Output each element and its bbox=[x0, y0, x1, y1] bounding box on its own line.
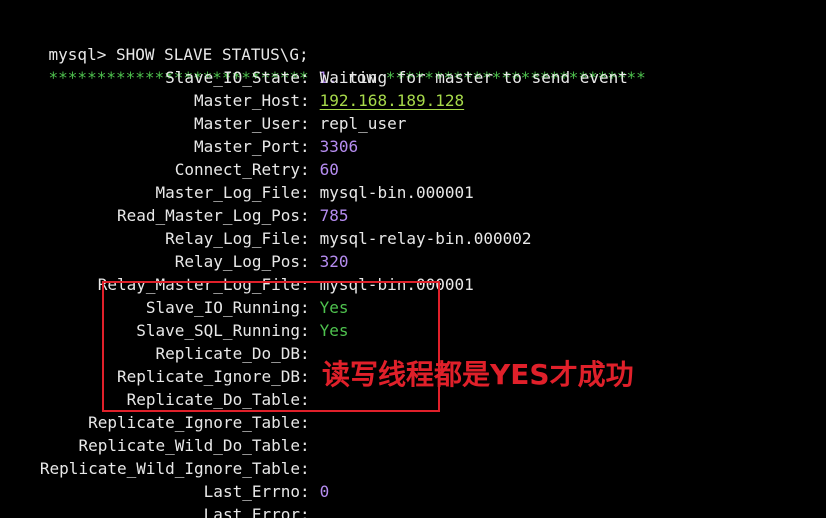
field-name: Relay_Log_File bbox=[165, 229, 300, 248]
field-colon: : bbox=[300, 229, 310, 248]
status-field-row: Read_Master_Log_Pos:785 bbox=[0, 204, 349, 227]
status-field-row: Slave_SQL_Running: Yes bbox=[0, 319, 349, 342]
field-value: Waiting for master to send event bbox=[319, 68, 628, 87]
field-value: Yes bbox=[319, 298, 349, 317]
field-name: Relay_Log_Pos bbox=[174, 252, 300, 271]
field-spacer bbox=[310, 388, 320, 411]
field-spacer bbox=[310, 66, 320, 89]
field-spacer bbox=[310, 503, 320, 518]
status-field-row: Replicate_Ignore_Table: bbox=[0, 411, 320, 434]
field-colon: : bbox=[300, 459, 310, 478]
field-colon: : bbox=[300, 321, 310, 340]
field-spacer bbox=[310, 181, 320, 204]
field-name: Connect_Retry bbox=[174, 160, 300, 179]
status-field-row: Replicate_Wild_Do_Table: bbox=[0, 434, 320, 457]
status-field-row: Master_User: repl_user bbox=[0, 112, 406, 135]
field-spacer bbox=[310, 434, 320, 457]
field-colon: : bbox=[300, 436, 310, 455]
field-spacer bbox=[310, 135, 320, 158]
field-colon: : bbox=[300, 68, 310, 87]
field-name: Last_Errno bbox=[203, 482, 300, 501]
field-name: Slave_IO_State bbox=[165, 68, 300, 87]
field-colon: : bbox=[300, 367, 310, 386]
field-colon: : bbox=[300, 137, 310, 156]
command-line: mysql> SHOW SLAVE STATUS\G; bbox=[10, 20, 309, 64]
field-colon: : bbox=[300, 298, 310, 317]
status-field-row: Connect_Retry:60 bbox=[0, 158, 339, 181]
status-field-row: Slave_IO_State: Waiting for master to sen… bbox=[0, 66, 628, 89]
field-value: 60 bbox=[319, 160, 339, 179]
field-name: Master_Log_File bbox=[155, 183, 301, 202]
field-name: Read_Master_Log_Pos bbox=[116, 206, 300, 225]
field-spacer bbox=[310, 457, 320, 480]
field-name: Last_Error bbox=[203, 505, 300, 518]
field-spacer bbox=[310, 227, 320, 250]
field-spacer bbox=[310, 204, 320, 227]
status-field-row: Relay_Log_File: mysql-relay-bin.000002 bbox=[0, 227, 532, 250]
field-name: Replicate_Wild_Do_Table bbox=[78, 436, 300, 455]
field-spacer bbox=[310, 296, 320, 319]
status-field-row: Last_Errno:0 bbox=[0, 480, 330, 503]
field-value: repl_user bbox=[319, 114, 407, 133]
field-value: mysql-relay-bin.000002 bbox=[319, 229, 532, 248]
field-value: mysql-bin.000001 bbox=[319, 275, 474, 294]
status-field-row: Slave_IO_Running: Yes bbox=[0, 296, 349, 319]
field-spacer bbox=[310, 273, 320, 296]
status-field-row: Master_Port:3306 bbox=[0, 135, 358, 158]
field-colon: : bbox=[300, 275, 310, 294]
annotation-text: 读写线程都是YES才成功 bbox=[322, 358, 634, 391]
field-spacer bbox=[310, 342, 320, 365]
field-name: Relay_Master_Log_File bbox=[97, 275, 300, 294]
field-value: mysql-bin.000001 bbox=[319, 183, 474, 202]
field-name: Replicate_Do_Table bbox=[126, 390, 300, 409]
field-colon: : bbox=[300, 252, 310, 271]
field-name: Master_User bbox=[194, 114, 300, 133]
field-spacer bbox=[310, 480, 320, 503]
field-colon: : bbox=[300, 344, 310, 363]
status-field-row: Replicate_Wild_Ignore_Table: bbox=[0, 457, 320, 480]
field-name: Replicate_Wild_Ignore_Table bbox=[39, 459, 300, 478]
field-spacer bbox=[310, 365, 320, 388]
status-field-row: Master_Host:192.168.189.128 bbox=[0, 89, 464, 112]
field-value: 785 bbox=[319, 206, 349, 225]
row-header: *************************** 1. row *****… bbox=[10, 43, 646, 87]
field-spacer bbox=[310, 89, 320, 112]
field-spacer bbox=[310, 411, 320, 434]
field-colon: : bbox=[300, 114, 310, 133]
status-field-row: Replicate_Do_Table: bbox=[0, 388, 320, 411]
field-value: 320 bbox=[319, 252, 349, 271]
field-value: 3306 bbox=[319, 137, 359, 156]
field-name: Slave_IO_Running bbox=[145, 298, 300, 317]
field-colon: : bbox=[300, 206, 310, 225]
field-colon: : bbox=[300, 91, 310, 110]
status-field-row: Replicate_Do_DB: bbox=[0, 342, 320, 365]
field-colon: : bbox=[300, 390, 310, 409]
field-colon: : bbox=[300, 482, 310, 501]
status-field-row: Relay_Master_Log_File: mysql-bin.000001 bbox=[0, 273, 474, 296]
field-colon: : bbox=[300, 160, 310, 179]
status-field-row: Replicate_Ignore_DB: bbox=[0, 365, 320, 388]
field-value: Yes bbox=[319, 321, 349, 340]
field-name: Replicate_Do_DB bbox=[155, 344, 301, 363]
terminal-window[interactable]: mysql> SHOW SLAVE STATUS\G; ************… bbox=[0, 0, 826, 518]
field-name: Master_Host bbox=[194, 91, 300, 110]
field-name: Master_Port bbox=[194, 137, 300, 156]
field-spacer bbox=[310, 112, 320, 135]
field-spacer bbox=[310, 158, 320, 181]
status-field-row: Last_Error: bbox=[0, 503, 320, 518]
field-spacer bbox=[310, 250, 320, 273]
field-name: Replicate_Ignore_Table bbox=[88, 413, 300, 432]
field-colon: : bbox=[300, 505, 310, 518]
field-value: 0 bbox=[319, 482, 330, 501]
status-field-row: Master_Log_File: mysql-bin.000001 bbox=[0, 181, 474, 204]
status-field-row: Relay_Log_Pos:320 bbox=[0, 250, 349, 273]
field-spacer bbox=[310, 319, 320, 342]
field-colon: : bbox=[300, 183, 310, 202]
field-name: Slave_SQL_Running bbox=[136, 321, 300, 340]
field-value[interactable]: 192.168.189.128 bbox=[320, 89, 465, 112]
field-colon: : bbox=[300, 413, 310, 432]
field-name: Replicate_Ignore_DB bbox=[116, 367, 300, 386]
